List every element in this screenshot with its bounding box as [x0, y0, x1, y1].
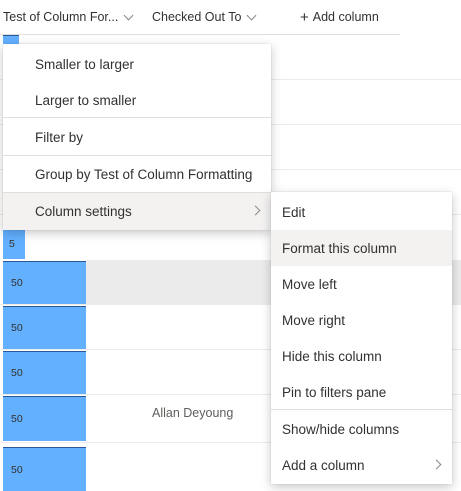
- menu-item-sort-larger-to-smaller[interactable]: Larger to smaller: [3, 82, 271, 118]
- data-bar: 50: [3, 396, 86, 441]
- menu-item-show-hide-columns[interactable]: Show/hide columns: [271, 411, 452, 447]
- menu-item-group-by[interactable]: Group by Test of Column Formatting: [3, 156, 271, 192]
- column-header-label: Test of Column For...: [3, 10, 119, 24]
- menu-item-move-right[interactable]: Move right: [271, 302, 452, 338]
- menu-item-label: Larger to smaller: [35, 92, 137, 108]
- menu-item-move-left[interactable]: Move left: [271, 266, 452, 302]
- column-header-checked-out-to[interactable]: Checked Out To: [152, 0, 257, 34]
- column-context-menu: Smaller to larger Larger to smaller Filt…: [3, 44, 271, 230]
- menu-item-format-this-column[interactable]: Format this column: [271, 230, 452, 266]
- menu-item-label: Group by Test of Column Formatting: [35, 166, 253, 182]
- menu-item-edit[interactable]: Edit: [271, 194, 452, 230]
- column-header-row: Test of Column For... Checked Out To + A…: [0, 0, 400, 35]
- menu-item-label: Column settings: [35, 204, 132, 219]
- menu-item-column-settings[interactable]: Column settings: [3, 193, 271, 230]
- data-bar-value: 50: [11, 413, 23, 425]
- menu-item-label: Add a column: [282, 457, 365, 473]
- data-bar-value: 5: [9, 238, 15, 250]
- menu-item-add-a-column[interactable]: Add a column: [271, 447, 452, 483]
- data-bar-value: 50: [11, 277, 23, 289]
- plus-icon: +: [300, 8, 309, 26]
- chevron-down-icon: [123, 10, 134, 20]
- column-header-label: Checked Out To: [152, 10, 242, 24]
- menu-item-label: Move left: [282, 276, 337, 292]
- data-bar: 50: [3, 447, 86, 491]
- chevron-right-icon: [250, 205, 261, 216]
- add-column-button[interactable]: + Add column: [300, 0, 379, 34]
- data-bar-value: 50: [11, 367, 23, 379]
- checked-out-to-cell: Allan Deyoung: [152, 406, 234, 420]
- add-column-label: Add column: [312, 10, 379, 24]
- menu-item-label: Smaller to larger: [35, 56, 135, 72]
- menu-item-label: Move right: [282, 312, 346, 328]
- data-bar: 50: [3, 306, 86, 349]
- data-bar-value: 50: [11, 322, 23, 334]
- data-bar: 50: [3, 351, 86, 394]
- menu-item-label: Show/hide columns: [282, 421, 400, 437]
- menu-item-label: Hide this column: [282, 348, 382, 364]
- menu-item-filter-by[interactable]: Filter by: [3, 119, 271, 155]
- menu-item-sort-smaller-to-larger[interactable]: Smaller to larger: [3, 46, 271, 82]
- menu-divider: [271, 409, 452, 410]
- menu-item-label: Filter by: [35, 129, 84, 145]
- column-header-test-of-column-formatting[interactable]: Test of Column For...: [3, 0, 134, 34]
- menu-item-label: Pin to filters pane: [282, 384, 387, 400]
- data-bar-value: 50: [11, 463, 23, 476]
- menu-divider: [3, 117, 271, 118]
- menu-item-pin-to-filters-pane[interactable]: Pin to filters pane: [271, 374, 452, 410]
- menu-item-hide-this-column[interactable]: Hide this column: [271, 338, 452, 374]
- menu-item-label: Format this column: [282, 240, 397, 256]
- data-bar: 5: [3, 228, 25, 259]
- chevron-right-icon: [431, 459, 442, 470]
- menu-item-label: Edit: [282, 204, 306, 220]
- data-bar: 50: [3, 261, 86, 304]
- column-settings-submenu: Edit Format this column Move left Move r…: [271, 192, 452, 484]
- chevron-down-icon: [246, 10, 257, 20]
